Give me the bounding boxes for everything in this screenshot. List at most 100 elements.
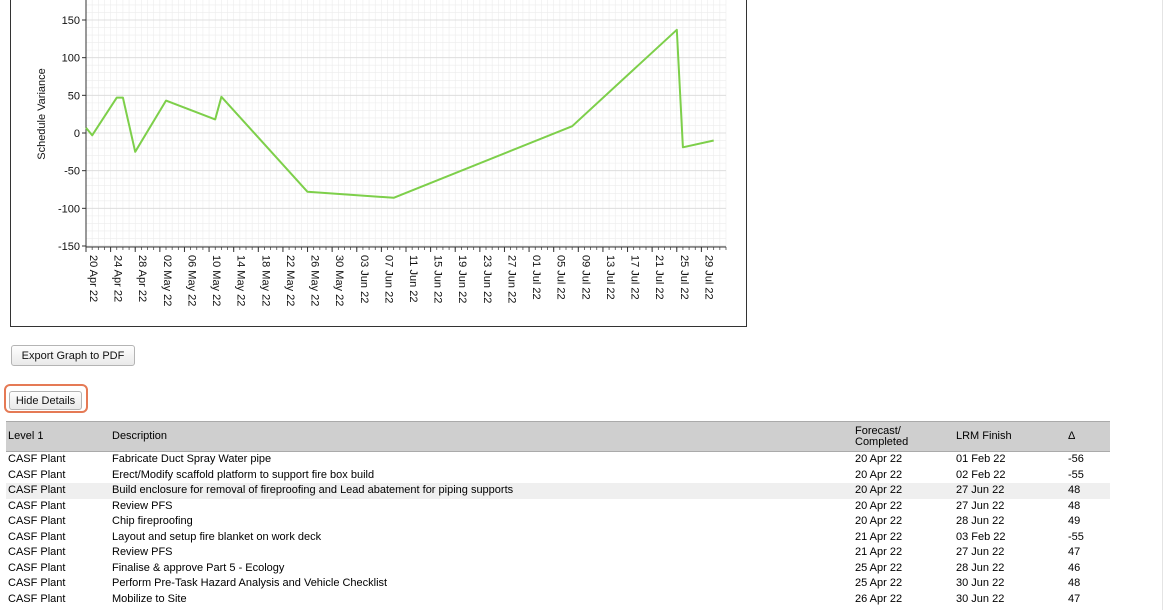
cell-forecast: 25 Apr 22	[855, 561, 903, 574]
x-tick-label: 10 May 22	[210, 255, 222, 306]
table-row[interactable]: CASF Plant Build enclosure for removal of…	[6, 483, 1110, 499]
col-lrm-finish[interactable]: LRM Finish	[954, 421, 1066, 452]
cell-lrm-finish: 30 Jun 22	[956, 577, 1005, 590]
cell-description: Review PFS	[112, 546, 173, 559]
cell-level1: CASF Plant	[8, 515, 66, 528]
cell-delta: -55	[1068, 530, 1084, 543]
x-tick-label: 30 May 22	[333, 255, 345, 306]
cell-description: Chip fireproofing	[112, 515, 193, 528]
x-tick-label: 07 Jun 22	[382, 255, 394, 303]
x-tick-label: 21 Jul 22	[653, 255, 665, 300]
cell-description: Perform Pre-Task Hazard Analysis and Veh…	[112, 577, 388, 590]
cell-forecast: 20 Apr 22	[855, 453, 903, 466]
cell-lrm-finish: 27 Jun 22	[954, 483, 1066, 499]
x-tick-label: 11 Jun 22	[407, 255, 419, 303]
x-tick-label: 02 May 22	[161, 255, 173, 306]
cell-lrm-finish: 03 Feb 22	[956, 530, 1006, 543]
table-row[interactable]: CASF Plant Chip fireproofing 20 Apr 22 28 J…	[6, 514, 1110, 530]
cell-description: Mobilize to Site	[112, 592, 187, 605]
cell-lrm-finish: 02 Feb 22	[956, 468, 1006, 481]
export-graph-pdf-button[interactable]: Export Graph to PDF	[11, 345, 135, 366]
chart-svg: 150 100 50 0 -50 -100 -150 20 Apr 22 24 Apr 22 28…	[36, 0, 727, 306]
y-tick-label: 150	[62, 15, 80, 27]
cell-forecast: 26 Apr 22	[855, 592, 903, 605]
cell-delta: 47	[1068, 592, 1081, 605]
x-tick-label: 15 Jun 22	[432, 255, 444, 303]
cell-lrm-finish: 27 Jun 22	[956, 499, 1005, 512]
table-row[interactable]: CASF Plant Finalise & approve Part 5 - Ec…	[6, 561, 1110, 577]
table-row[interactable]: CASF Plant Erect/Modify scaffold platform…	[6, 468, 1110, 484]
x-tick-label: 01 Jul 22	[530, 255, 542, 300]
x-tick-label: 19 Jun 22	[456, 255, 468, 303]
table-row[interactable]: CASF Plant Review PFS 21 Apr 22 27 Jun 22 47	[6, 545, 1110, 561]
x-tick-label: 05 Jul 22	[555, 255, 567, 300]
table-row[interactable]: CASF Plant Perform Pre-Task Hazard Analys…	[6, 576, 1110, 592]
cell-description: Finalise & approve Part 5 - Ecology	[112, 561, 285, 574]
cell-delta: -55	[1068, 468, 1084, 481]
cell-forecast: 20 Apr 22	[855, 468, 903, 481]
col-level1[interactable]: Level 1	[6, 421, 110, 452]
cell-lrm-finish: 27 Jun 22	[956, 546, 1005, 559]
cell-lrm-finish: 28 Jun 22	[956, 561, 1005, 574]
cell-lrm-finish: 30 Jun 22	[956, 592, 1005, 605]
hide-details-button[interactable]: Hide Details	[9, 391, 82, 410]
x-tick-label: 06 May 22	[185, 255, 197, 306]
col-delta[interactable]: Δ	[1066, 421, 1110, 452]
cell-lrm-finish: 01 Feb 22	[956, 453, 1006, 466]
cell-lrm-finish: 28 Jun 22	[956, 515, 1005, 528]
cell-forecast: 21 Apr 22	[855, 530, 903, 543]
x-tick-label: 18 May 22	[259, 255, 271, 306]
table-row[interactable]: CASF Plant Mobilize to Site 26 Apr 22 30 Ju…	[6, 592, 1110, 608]
table-header-row: Level 1 Description Forecast/ Completed …	[6, 421, 1110, 452]
cell-delta: 47	[1068, 546, 1081, 559]
x-tick-label: 14 May 22	[235, 255, 247, 306]
x-tick-label: 20 Apr 22	[87, 255, 99, 302]
col-description[interactable]: Description	[110, 421, 853, 452]
table-row[interactable]: CASF Plant Review PFS 20 Apr 22 27 Jun 22 48	[6, 499, 1110, 515]
cell-level1: CASF Plant	[8, 546, 66, 559]
cell-level1: CASF Plant	[8, 592, 66, 605]
cell-delta: 48	[1066, 483, 1110, 499]
x-tick-label: 17 Jul 22	[629, 255, 641, 300]
cell-level1: CASF Plant	[8, 561, 66, 574]
page-divider	[1162, 0, 1163, 610]
cell-forecast: 20 Apr 22	[853, 483, 954, 499]
x-tick-label: 28 Apr 22	[136, 255, 148, 302]
x-tick-label: 29 Jul 22	[702, 255, 714, 300]
cell-description: Review PFS	[112, 499, 173, 512]
cell-delta: -56	[1068, 453, 1084, 466]
x-tick-label: 13 Jul 22	[604, 255, 616, 300]
y-tick-label: -150	[58, 241, 80, 253]
col-forecast-completed[interactable]: Forecast/ Completed	[853, 421, 954, 452]
cell-description: Build enclosure for removal of fireproof…	[110, 483, 853, 499]
cell-description: Layout and setup fire blanket on work de…	[112, 530, 322, 543]
schedule-variance-chart: 150 100 50 0 -50 -100 -150 20 Apr 22 24 Apr 22 28…	[10, 0, 747, 327]
y-tick-label: 0	[74, 128, 80, 140]
x-tick-label: 26 May 22	[309, 255, 321, 306]
x-tick-label: 24 Apr 22	[112, 255, 124, 302]
cell-forecast: 25 Apr 22	[855, 577, 903, 590]
details-table: Level 1 Description Forecast/ Completed …	[6, 421, 1110, 607]
cell-forecast: 21 Apr 22	[855, 546, 903, 559]
cell-level1: CASF Plant	[8, 577, 66, 590]
cell-level1: CASF Plant	[8, 453, 66, 466]
cell-description: Fabricate Duct Spray Water pipe	[112, 453, 272, 466]
col-forecast-label: Forecast/ Completed	[855, 424, 909, 448]
table-row[interactable]: CASF Plant Layout and setup fire blanket …	[6, 530, 1110, 546]
cell-delta: 49	[1068, 515, 1081, 528]
x-tick-label: 25 Jul 22	[678, 255, 690, 300]
y-tick-label: 100	[62, 53, 80, 65]
cell-level1: CASF Plant	[8, 499, 66, 512]
table-row[interactable]: CASF Plant Fabricate Duct Spray Water pip…	[6, 452, 1110, 468]
cell-level1: CASF Plant	[8, 468, 66, 481]
y-tick-label: -50	[64, 166, 80, 178]
y-tick-label: -100	[58, 203, 80, 215]
x-tick-label: 09 Jul 22	[579, 255, 591, 300]
cell-forecast: 20 Apr 22	[855, 515, 903, 528]
x-tick-label: 03 Jun 22	[358, 255, 370, 303]
y-tick-label: 50	[68, 90, 80, 102]
cell-level1: CASF Plant	[6, 483, 110, 499]
x-tick-label: 23 Jun 22	[481, 255, 493, 303]
cell-forecast: 20 Apr 22	[855, 499, 903, 512]
cell-delta: 48	[1068, 499, 1081, 512]
